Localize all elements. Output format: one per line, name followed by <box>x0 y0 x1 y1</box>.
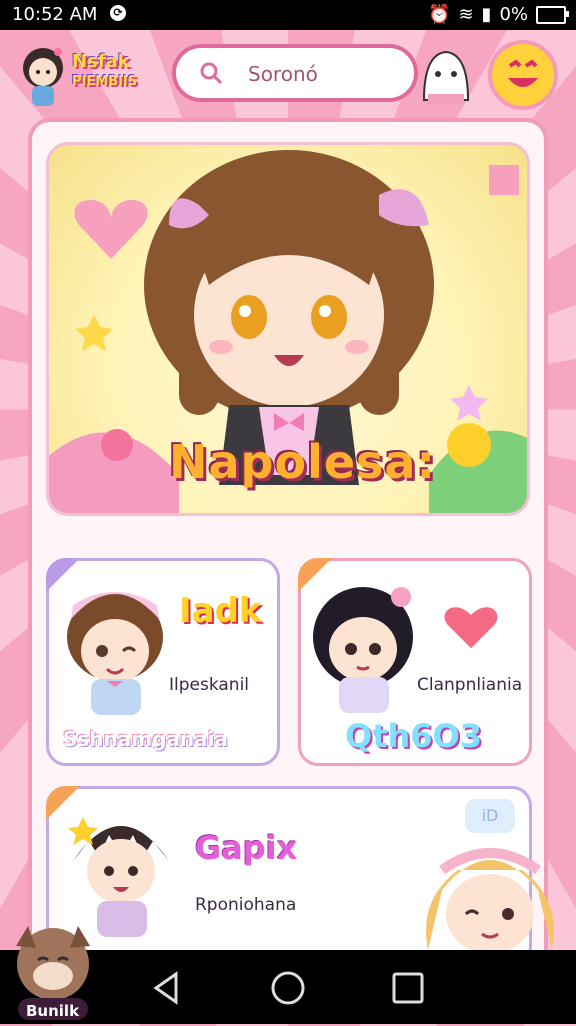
character-card[interactable]: Iadk Ilpeskanil Sshnamganaia <box>46 558 280 766</box>
app-header: Nsfak PIEMBIIS Soronó <box>0 30 576 120</box>
alarm-icon: ⏰ <box>428 4 451 25</box>
logo-line-1: Nsfak <box>72 51 130 72</box>
pet-shortcut-button[interactable]: Bunilk <box>8 922 98 1022</box>
status-icons: ⏰ ≋ ▮ 0% <box>428 4 569 25</box>
happy-face-icon <box>508 59 538 87</box>
card-footer: Sshnamganaia <box>63 727 229 751</box>
status-bar: 10:52 AM ⟳ ⏰ ≋ ▮ 0% <box>0 0 576 30</box>
battery-percent: 0% <box>499 4 528 25</box>
card-subtitle: Rponiohana <box>195 895 297 915</box>
card-title: Iadk <box>179 591 262 631</box>
notification-icon: ⟳ <box>110 5 126 21</box>
card-badge[interactable]: iD <box>465 799 515 833</box>
ghost-mascot-icon <box>422 50 470 104</box>
logo-avatar-icon <box>23 48 63 106</box>
heart-icon <box>444 607 498 649</box>
card-footer: Qth6O3 <box>345 717 483 755</box>
logo-line-2: PIEMBIIS <box>72 74 138 89</box>
character-card[interactable]: Clanpnliania Qth6O3 <box>298 558 532 766</box>
card-subtitle: Clanpnliania <box>417 675 523 695</box>
hero-banner[interactable]: Napolesa: <box>46 142 530 516</box>
home-button[interactable] <box>268 968 308 1008</box>
pet-shortcut-label: Bunilk <box>26 1002 80 1020</box>
search-icon <box>200 62 222 84</box>
app-logo[interactable]: Nsfak PIEMBIIS <box>72 52 137 92</box>
recents-button[interactable] <box>388 968 428 1008</box>
profile-button[interactable] <box>488 40 558 110</box>
wifi-icon: ≋ <box>458 4 474 25</box>
back-button[interactable] <box>146 968 186 1008</box>
character-avatar-icon <box>67 592 163 715</box>
battery-icon <box>536 5 569 24</box>
hero-title: Napolesa: <box>169 435 436 489</box>
card-title: Gapix <box>195 829 298 867</box>
search-input[interactable]: Soronó <box>248 62 318 86</box>
status-time: 10:52 AM <box>12 4 98 25</box>
card-subtitle: Ilpeskanil <box>169 675 250 695</box>
signal-icon: ▮ <box>481 4 492 25</box>
search-bar[interactable]: Soronó <box>172 44 418 102</box>
character-avatar-icon <box>313 587 413 713</box>
